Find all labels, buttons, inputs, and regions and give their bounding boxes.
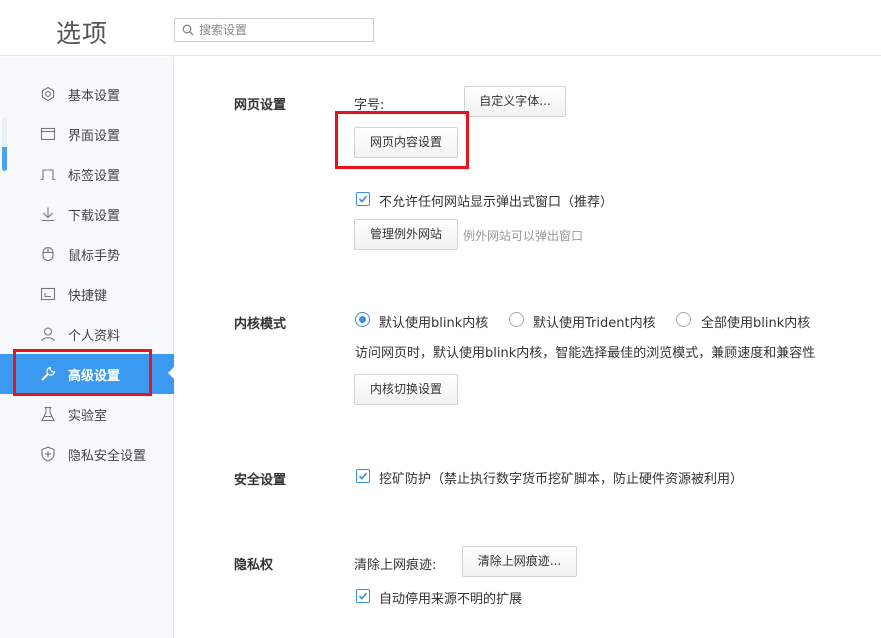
disable-unknown-extensions-label: 自动停用来源不明的扩展: [379, 592, 523, 607]
radio-label: 默认使用Trident内核: [533, 316, 656, 331]
radio-blink-default[interactable]: [355, 312, 370, 327]
highlight-box-content-settings: [335, 111, 469, 169]
header-bar: 选项: [0, 0, 881, 56]
custom-font-button[interactable]: 自定义字体...: [464, 86, 566, 117]
sidebar-item-label: 界面设置: [68, 129, 121, 144]
sidebar-item-mouse-gesture[interactable]: 鼠标手势: [0, 234, 174, 274]
sidebar-item-label: 下载设置: [68, 209, 121, 224]
tab-icon: [41, 169, 55, 181]
active-indicator: [168, 367, 174, 379]
keyboard-icon: [40, 287, 56, 301]
radio-blink-all[interactable]: [676, 312, 691, 327]
sidebar-item-basic[interactable]: 基本设置: [0, 74, 174, 114]
search-input[interactable]: [199, 21, 369, 39]
sidebar-item-label: 个人资料: [68, 329, 121, 344]
checkmark-icon: [358, 195, 368, 203]
page-title: 选项: [56, 19, 109, 48]
flask-icon: [41, 406, 55, 422]
radio-label: 全部使用blink内核: [701, 316, 811, 331]
clear-history-label: 清除上网痕迹:: [354, 558, 437, 573]
checkmark-icon: [358, 472, 368, 480]
section-title-privacy: 隐私权: [234, 558, 274, 573]
kernel-switch-button[interactable]: 内核切换设置: [354, 374, 458, 405]
sidebar-item-label: 隐私安全设置: [68, 449, 147, 464]
exceptions-hint: 例外网站可以弹出窗口: [463, 229, 584, 243]
sidebar-item-label: 标签设置: [68, 169, 121, 184]
gear-icon: [41, 86, 55, 102]
sidebar-item-label: 实验室: [68, 409, 108, 424]
sidebar-item-shortcuts[interactable]: 快捷键: [0, 274, 174, 314]
mining-protection-checkbox[interactable]: [356, 469, 370, 483]
sidebar-item-profile[interactable]: 个人资料: [0, 314, 174, 354]
shield-icon: [41, 446, 55, 462]
search-icon: [182, 24, 194, 36]
kernel-description: 访问网页时，默认使用blink内核，智能选择最佳的浏览模式，兼顾速度和兼容性: [355, 346, 816, 361]
block-popups-label: 不允许任何网站显示弹出式窗口（推荐）: [379, 195, 614, 210]
block-popups-checkbox[interactable]: [356, 192, 370, 206]
settings-content: 网页设置 字号: 自定义字体... 网页内容设置 不允许任何网站显示弹出式窗口（…: [175, 57, 881, 638]
section-title-kernel: 内核模式: [234, 317, 287, 332]
radio-label: 默认使用blink内核: [379, 316, 489, 331]
checkmark-icon: [358, 592, 368, 600]
section-title-security: 安全设置: [234, 473, 287, 488]
mouse-icon: [42, 246, 54, 262]
sidebar-item-label: 基本设置: [68, 89, 121, 104]
sidebar-item-download[interactable]: 下载设置: [0, 194, 174, 234]
section-title-webpage: 网页设置: [234, 98, 287, 113]
user-icon: [41, 327, 55, 342]
manage-exceptions-button[interactable]: 管理例外网站: [354, 219, 458, 250]
sidebar-item-tabs[interactable]: 标签设置: [0, 154, 174, 194]
download-icon: [42, 207, 54, 222]
clear-history-button[interactable]: 清除上网痕迹...: [462, 546, 577, 577]
sidebar-item-label: 鼠标手势: [68, 249, 121, 264]
search-box[interactable]: [174, 18, 374, 42]
sidebar-item-privacy-security[interactable]: 隐私安全设置: [0, 434, 174, 474]
disable-unknown-extensions-checkbox[interactable]: [356, 589, 370, 603]
window-icon: [40, 127, 56, 141]
sidebar: 基本设置 界面设置 标签设置 下载设置 鼠标手势 快捷键 个人资料 高级设置 实…: [0, 57, 174, 638]
sidebar-item-interface[interactable]: 界面设置: [0, 114, 174, 154]
highlight-box-sidebar: [13, 349, 152, 396]
sidebar-item-lab[interactable]: 实验室: [0, 394, 174, 434]
sidebar-item-label: 快捷键: [68, 289, 108, 304]
radio-trident-default[interactable]: [509, 312, 524, 327]
mining-protection-label: 挖矿防护（禁止执行数字货币挖矿脚本，防止硬件资源被利用）: [379, 472, 744, 487]
